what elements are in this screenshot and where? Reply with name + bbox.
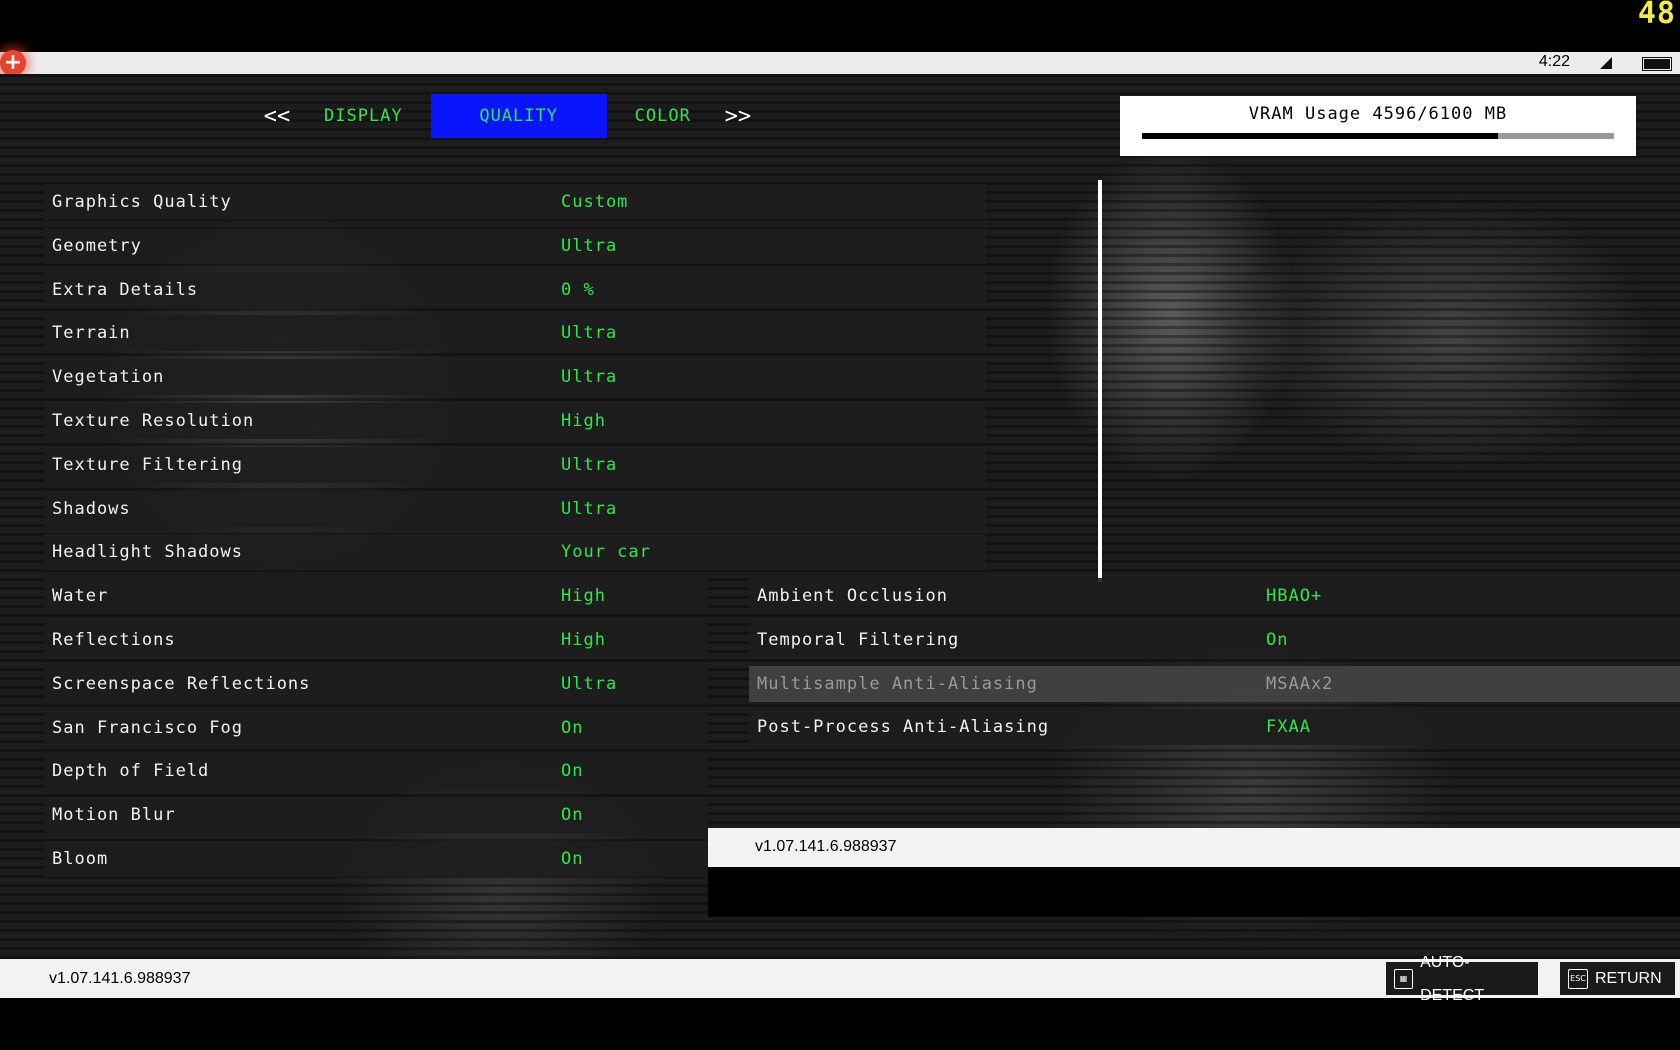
plus-icon[interactable]: + xyxy=(0,50,26,76)
setting-name: Headlight Shadows xyxy=(52,542,243,563)
quality-settings-list: Graphics Quality Custom Geometry Ultra Extra… xyxy=(44,184,986,885)
setting-value[interactable]: On xyxy=(561,797,583,833)
setting-row[interactable]: Terrain Ultra xyxy=(44,315,986,352)
setting-row[interactable]: Screenspace Reflections Ultra xyxy=(44,665,708,702)
version-label: v1.07.141.6.988937 xyxy=(755,838,897,855)
setting-name: Temporal Filtering xyxy=(757,629,960,650)
setting-name: Screenspace Reflections xyxy=(52,673,311,694)
vram-usage-fill xyxy=(1142,133,1498,139)
setting-row[interactable]: Texture Filtering Ultra xyxy=(44,446,986,483)
version-label: v1.07.141.6.988937 xyxy=(49,970,191,987)
return-label: RETURN xyxy=(1595,970,1662,987)
setting-row[interactable]: Texture Resolution High xyxy=(44,402,986,439)
setting-name: Reflections xyxy=(52,629,176,650)
vram-usage-label: VRAM Usage 4596/6100 MB xyxy=(1248,104,1508,124)
setting-name: Ambient Occlusion xyxy=(757,586,948,606)
setting-row[interactable]: Reflections High xyxy=(44,621,708,658)
setting-row[interactable]: Temporal Filtering On xyxy=(749,621,1680,658)
setting-value[interactable]: Ultra xyxy=(561,315,617,351)
bottom-bar: v1.07.141.6.988937 ▦ AUTO-DETECT ESC RET… xyxy=(0,954,1680,1004)
return-button[interactable]: ESC RETURN xyxy=(1560,962,1675,995)
overlay-panel xyxy=(708,867,1680,917)
setting-row[interactable]: Graphics Quality Custom xyxy=(44,184,986,220)
vram-usage-bar xyxy=(1142,133,1614,139)
setting-value[interactable]: Ultra xyxy=(561,666,617,702)
setting-value[interactable]: FXAA xyxy=(1266,709,1311,745)
setting-value[interactable]: Ultra xyxy=(561,228,617,264)
setting-row[interactable]: Depth of Field On xyxy=(44,753,708,790)
setting-value[interactable]: On xyxy=(1266,622,1288,658)
setting-name: Vegetation xyxy=(52,367,165,388)
setting-name: Multisample Anti-Aliasing xyxy=(757,673,1038,694)
auto-detect-label: AUTO-DETECT xyxy=(1420,953,1485,1004)
setting-name: Texture Resolution xyxy=(52,410,255,431)
setting-row[interactable]: Geometry Ultra xyxy=(44,227,986,264)
setting-value[interactable]: 0 % xyxy=(561,272,595,308)
setting-value: MSAAx2 xyxy=(1266,673,1334,694)
setting-value[interactable]: On xyxy=(561,753,583,789)
setting-name: Post-Process Anti-Aliasing xyxy=(757,717,1050,738)
auto-detect-button[interactable]: ▦ AUTO-DETECT xyxy=(1386,954,1538,1004)
setting-row[interactable]: Extra Details 0 % xyxy=(44,271,986,308)
tab-color[interactable]: COLOR xyxy=(607,94,719,138)
setting-name: Graphics Quality xyxy=(52,192,232,212)
setting-value[interactable]: High xyxy=(561,403,606,439)
setting-name: Extra Details xyxy=(52,279,199,300)
tab-next-arrow[interactable]: >> xyxy=(719,104,757,129)
setting-value[interactable]: High xyxy=(561,622,606,658)
setting-name: Depth of Field xyxy=(52,761,210,782)
setting-row[interactable]: Headlight Shadows Your car xyxy=(44,534,986,571)
setting-row[interactable]: Shadows Ultra xyxy=(44,490,986,527)
setting-value[interactable]: Custom xyxy=(561,184,628,220)
tab-prev-arrow[interactable]: << xyxy=(258,104,296,129)
setting-name: Motion Blur xyxy=(52,805,176,826)
esc-key-icon: ESC xyxy=(1568,968,1588,989)
setting-value[interactable]: HBAO+ xyxy=(1266,578,1322,614)
battery-icon xyxy=(1642,57,1672,71)
setting-row[interactable]: Bloom On xyxy=(44,840,708,877)
setting-row[interactable]: Vegetation Ultra xyxy=(44,359,986,396)
setting-row[interactable]: Post-Process Anti-Aliasing FXAA xyxy=(749,709,1680,746)
setting-value[interactable]: Your car xyxy=(561,534,651,570)
setting-row[interactable]: Motion Blur On xyxy=(44,797,708,834)
setting-row[interactable]: Ambient Occlusion HBAO+ xyxy=(749,578,1680,614)
setting-name: Terrain xyxy=(52,323,131,344)
vram-usage-panel: VRAM Usage 4596/6100 MB xyxy=(1120,96,1636,156)
setting-value[interactable]: Ultra xyxy=(561,447,617,483)
tab-quality[interactable]: QUALITY xyxy=(430,94,607,138)
setting-row[interactable]: Water High xyxy=(44,578,708,615)
setting-value[interactable]: On xyxy=(561,710,583,746)
setting-value[interactable]: High xyxy=(561,578,606,614)
setting-name: San Francisco Fog xyxy=(52,717,243,738)
setting-name: Texture Filtering xyxy=(52,454,243,475)
setting-value[interactable]: Ultra xyxy=(561,491,617,527)
tab-display[interactable]: DISPLAY xyxy=(296,94,431,138)
settings-tabs: << DISPLAY QUALITY COLOR >> xyxy=(258,93,757,139)
setting-name: Bloom xyxy=(52,848,109,869)
fps-counter: 48 xyxy=(1637,0,1676,31)
signal-icon xyxy=(1600,57,1612,69)
setting-row[interactable]: San Francisco Fog On xyxy=(44,709,708,746)
overlay-version-bar: v1.07.141.6.988937 xyxy=(708,828,1680,867)
setting-name: Geometry xyxy=(52,235,142,256)
setting-value[interactable]: Ultra xyxy=(561,359,617,395)
system-status-bar: 4:22 xyxy=(0,52,1680,74)
clock: 4:22 xyxy=(1538,53,1570,70)
auto-detect-icon: ▦ xyxy=(1394,968,1414,989)
anti-aliasing-settings-list: Ambient Occlusion HBAO+ Temporal Filtering… xyxy=(749,578,1680,753)
setting-name: Water xyxy=(52,586,109,607)
setting-name: Shadows xyxy=(52,498,131,519)
scrollbar[interactable] xyxy=(1098,180,1102,582)
setting-row: Multisample Anti-Aliasing MSAAx2 xyxy=(749,665,1680,702)
setting-value[interactable]: On xyxy=(561,841,583,877)
